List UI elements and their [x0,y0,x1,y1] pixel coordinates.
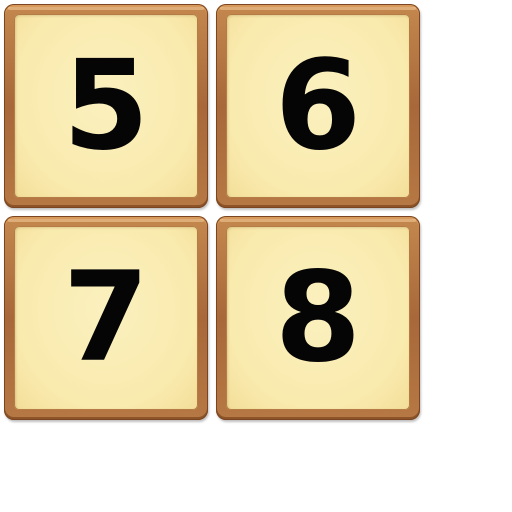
number-tile-grid: 5 6 7 8 [4,4,422,422]
number-tile-8[interactable]: 8 [216,216,420,420]
tile-face: 7 [14,226,198,410]
tile-face: 5 [14,14,198,198]
tile-number: 6 [274,34,362,178]
number-tile-6[interactable]: 6 [216,4,420,208]
tile-number: 7 [62,246,150,390]
number-tile-7[interactable]: 7 [4,216,208,420]
tile-number: 8 [274,246,362,390]
number-tile-5[interactable]: 5 [4,4,208,208]
tile-face: 8 [226,226,410,410]
tile-face: 6 [226,14,410,198]
tile-number: 5 [62,34,150,178]
